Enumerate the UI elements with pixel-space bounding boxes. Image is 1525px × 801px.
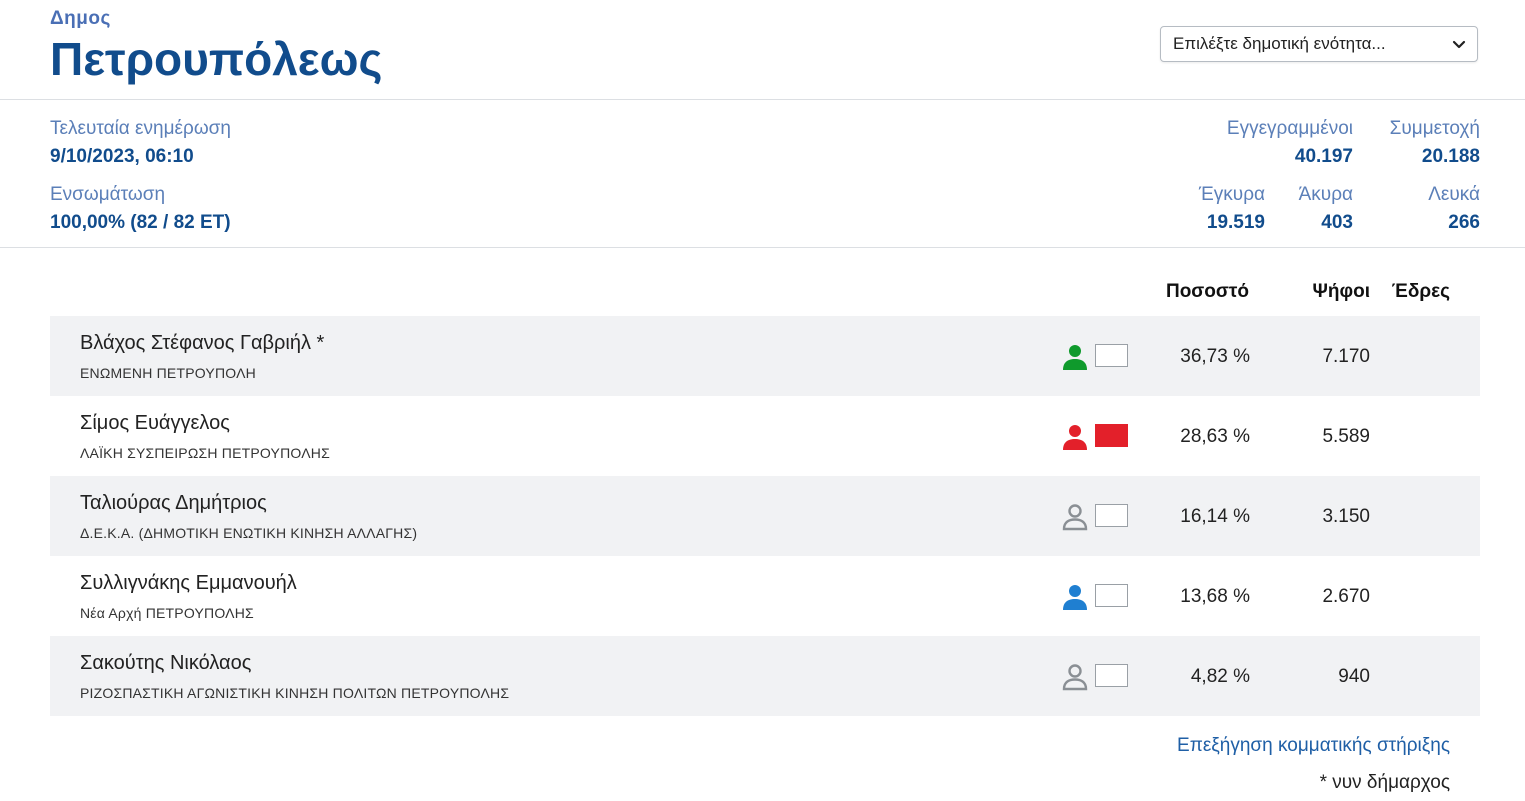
page-header: Δημος Πετρουπόλεως Επιλέξτε δημοτική ενό… [0, 0, 1525, 100]
registered-label: Εγγεγραμμένοι [1226, 118, 1353, 139]
chevron-down-icon [1452, 40, 1466, 49]
votes-value: 7.170 [1322, 346, 1370, 367]
integration-label: Ενσωμάτωση [50, 184, 166, 205]
party-name: ΡΙΖΟΣΠΑΣΤΙΚΗ ΑΓΩΝΙΣΤΙΚΗ ΚΙΝΗΣΗ ΠΟΛΙΤΩΝ Π… [80, 685, 510, 701]
stats-panel: Τελευταία ενημέρωση 9/10/2023, 06:10 Ενσ… [0, 100, 1525, 248]
integration-value: 100,00% (82 / 82 ΕΤ) [50, 212, 231, 233]
municipal-unit-select[interactable]: Επιλέξτε δημοτική ενότητα... [1160, 26, 1478, 62]
last-update-value: 9/10/2023, 06:10 [50, 146, 194, 167]
turnout-label: Συμμετοχή [1389, 118, 1480, 139]
party-name: ΕΝΩΜΕΝΗ ΠΕΤΡΟΥΠΟΛΗ [80, 365, 256, 381]
column-header-percent: Ποσοστό [1165, 281, 1249, 302]
table-row: Ταλιούρας Δημήτριος Δ.Ε.Κ.Α. (ΔΗΜΟΤΙΚΗ Ε… [50, 476, 1480, 556]
registered-value: 40.197 [1294, 146, 1353, 167]
percent-value: 4,82 % [1190, 666, 1250, 687]
candidate-name: Συλλιγνάκης Εμμανουήλ [80, 572, 297, 594]
person-outline-icon [1062, 664, 1088, 691]
municipality-label: Δημος [50, 8, 111, 29]
footnote-current-mayor: * νυν δήμαρχος [1319, 772, 1450, 793]
column-header-votes: Ψήφοι [1312, 281, 1370, 302]
percent-value: 28,63 % [1180, 426, 1250, 447]
candidate-name: Σακούτης Νικόλαος [80, 652, 252, 674]
votes-value: 3.150 [1322, 506, 1370, 527]
candidate-name: Ταλιούρας Δημήτριος [80, 492, 267, 514]
percent-value: 13,68 % [1180, 586, 1250, 607]
percent-value: 36,73 % [1180, 346, 1250, 367]
person-icon [1063, 425, 1087, 450]
votes-value: 2.670 [1322, 586, 1370, 607]
person-icon [1063, 585, 1087, 610]
party-color-swatch [1095, 664, 1128, 687]
votes-value: 5.589 [1322, 426, 1370, 447]
column-header-seats: Έδρες [1391, 281, 1450, 302]
party-color-swatch [1095, 504, 1128, 527]
candidate-name: Βλάχος Στέφανος Γαβριήλ * [80, 332, 325, 354]
blank-value: 266 [1448, 212, 1480, 233]
page-title: Πετρουπόλεως [50, 33, 383, 85]
table-row: Βλάχος Στέφανος Γαβριήλ * ΕΝΩΜΕΝΗ ΠΕΤΡΟΥ… [50, 316, 1480, 396]
invalid-label: Άκυρα [1298, 184, 1353, 205]
valid-value: 19.519 [1206, 212, 1265, 233]
table-row: Συλλιγνάκης Εμμανουήλ Νέα Αρχή ΠΕΤΡΟΥΠΟΛ… [50, 556, 1480, 636]
party-name: ΛΑΪΚΗ ΣΥΣΠΕΙΡΩΣΗ ΠΕΤΡΟΥΠΟΛΗΣ [80, 445, 330, 461]
valid-label: Έγκυρα [1198, 184, 1265, 205]
person-icon [1063, 345, 1087, 370]
party-color-swatch [1095, 584, 1128, 607]
percent-value: 16,14 % [1180, 506, 1250, 527]
table-row: Σακούτης Νικόλαος ΡΙΖΟΣΠΑΣΤΙΚΗ ΑΓΩΝΙΣΤΙΚ… [50, 636, 1480, 716]
turnout-value: 20.188 [1421, 146, 1480, 167]
table-row: Σίμος Ευάγγελος ΛΑΪΚΗ ΣΥΣΠΕΙΡΩΣΗ ΠΕΤΡΟΥΠ… [50, 396, 1480, 476]
blank-label: Λευκά [1428, 184, 1480, 205]
party-name: Δ.Ε.Κ.Α. (ΔΗΜΟΤΙΚΗ ΕΝΩΤΙΚΗ ΚΙΝΗΣΗ ΑΛΛΑΓΗ… [80, 525, 418, 541]
results-table: Βλάχος Στέφανος Γαβριήλ * ΕΝΩΜΕΝΗ ΠΕΤΡΟΥ… [50, 316, 1480, 716]
invalid-value: 403 [1321, 212, 1353, 233]
party-color-swatch [1095, 344, 1128, 367]
votes-value: 940 [1338, 666, 1370, 687]
candidate-name: Σίμος Ευάγγελος [80, 412, 230, 434]
party-support-explanation-link[interactable]: Επεξήγηση κομματικής στήριξης [1177, 735, 1450, 757]
party-color-swatch [1095, 424, 1128, 447]
party-name: Νέα Αρχή ΠΕΤΡΟΥΠΟΛΗΣ [80, 605, 254, 621]
municipal-unit-select-value: Επιλέξτε δημοτική ενότητα... [1173, 34, 1386, 53]
person-outline-icon [1062, 504, 1088, 531]
last-update-label: Τελευταία ενημέρωση [50, 118, 231, 139]
